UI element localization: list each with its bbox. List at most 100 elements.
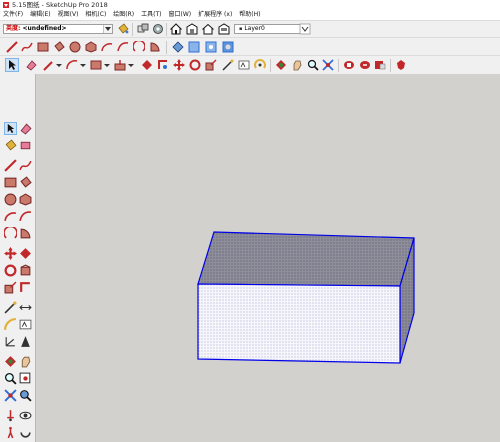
chevron-down-icon[interactable]	[104, 60, 110, 72]
eraser-tool-icon[interactable]	[25, 59, 37, 71]
tape-measure-icon[interactable]	[4, 301, 17, 314]
zoom-extents-icon[interactable]	[4, 389, 17, 402]
freehand-tool-icon[interactable]	[19, 159, 32, 172]
rotate-tool-icon[interactable]	[4, 264, 17, 277]
line-tool-icon[interactable]	[4, 159, 17, 172]
pencil-line-icon[interactable]	[43, 59, 55, 71]
orbit-icon[interactable]	[275, 59, 287, 71]
section-plane-icon[interactable]	[19, 426, 32, 439]
move-tool-icon[interactable]	[173, 59, 185, 71]
zoom-window-icon[interactable]	[322, 59, 334, 71]
rotated-rectangle-icon[interactable]	[19, 176, 32, 189]
text-tool-icon[interactable]	[19, 318, 32, 331]
protractor-icon[interactable]	[4, 318, 17, 331]
rotated-rectangle-icon[interactable]	[53, 41, 65, 53]
zoom-magnifier-icon[interactable]	[4, 372, 17, 385]
two-point-arc-icon[interactable]	[117, 41, 129, 53]
menu-camera[interactable]: 相机(C)	[82, 10, 110, 20]
tape-measure-icon[interactable]	[222, 59, 234, 71]
3d-text-icon[interactable]	[19, 335, 32, 348]
push-pull-icon[interactable]	[114, 59, 126, 71]
menu-extensions[interactable]: 扩展程序 (x)	[195, 10, 236, 20]
three-point-arc-icon[interactable]	[3, 225, 18, 240]
zoom-tool-icon[interactable]	[205, 41, 217, 53]
polygon-tool-icon[interactable]	[19, 193, 32, 206]
3d-viewport[interactable]	[36, 74, 500, 442]
eraser-alt-icon[interactable]	[19, 139, 32, 152]
window-title: 5.15图纸 - SketchUp Pro 2018	[12, 1, 108, 9]
three-point-arc-icon[interactable]	[133, 41, 145, 53]
orbit-icon[interactable]	[4, 355, 17, 368]
material-dropdown[interactable]: 英度: <undefined>	[3, 24, 113, 34]
zoom-window-icon[interactable]	[19, 372, 32, 385]
pie-tool-icon[interactable]	[149, 41, 161, 53]
scale-tool-icon[interactable]	[205, 59, 217, 71]
pie-tool-icon[interactable]	[19, 227, 32, 240]
chevron-down-icon[interactable]	[56, 60, 62, 72]
circle-tool-icon[interactable]	[4, 193, 17, 206]
freehand-tool-icon[interactable]	[21, 41, 33, 53]
menu-edit[interactable]: 编辑(E)	[27, 10, 54, 20]
rotate-tool-icon[interactable]	[189, 59, 201, 71]
orbit-tool-icon[interactable]	[172, 41, 184, 53]
select-arrow-icon[interactable]	[5, 58, 19, 72]
offset-tool-icon[interactable]	[157, 59, 169, 71]
menu-file[interactable]: 文件(F)	[0, 10, 27, 20]
back-view-icon[interactable]	[218, 23, 230, 35]
share-model-icon[interactable]	[359, 59, 371, 71]
chevron-down-icon[interactable]	[128, 60, 134, 72]
menu-window[interactable]: 窗口(W)	[166, 10, 196, 20]
components-icon[interactable]	[137, 23, 149, 35]
zoom-extents-icon[interactable]	[222, 41, 234, 53]
front-view-icon[interactable]	[186, 23, 198, 35]
follow-me-icon[interactable]	[19, 264, 32, 277]
push-pull-icon[interactable]	[19, 247, 32, 260]
layer-manager-icon[interactable]	[299, 23, 311, 35]
position-camera-icon[interactable]	[4, 409, 17, 422]
material-label: 英度:	[6, 25, 21, 32]
extension-warehouse-icon[interactable]	[374, 59, 386, 71]
rectangle-tool-icon[interactable]	[37, 41, 49, 53]
menu-draw[interactable]: 绘图(R)	[110, 10, 138, 20]
eraser-tool-icon[interactable]	[19, 122, 32, 135]
select-arrow-icon[interactable]	[4, 122, 17, 135]
box-model[interactable]	[36, 74, 500, 442]
rectangle-tool-icon[interactable]	[4, 176, 17, 189]
chevron-down-icon[interactable]	[80, 60, 86, 72]
gear-settings-icon[interactable]	[152, 23, 164, 35]
shape-dropdown-icon[interactable]	[90, 59, 102, 71]
ruby-console-icon[interactable]	[395, 59, 407, 71]
offset-tool-icon[interactable]	[19, 281, 32, 294]
scale-tool-icon[interactable]	[4, 281, 17, 294]
pan-hand-icon[interactable]	[19, 355, 32, 368]
chevron-down-icon[interactable]	[103, 25, 112, 33]
arc-tool-icon[interactable]	[4, 210, 17, 223]
follow-me-icon[interactable]	[141, 59, 153, 71]
polygon-tool-icon[interactable]	[85, 41, 97, 53]
text-tool-icon[interactable]	[238, 59, 250, 71]
arc-tool-icon[interactable]	[101, 41, 113, 53]
menu-tools[interactable]: 工具(T)	[138, 10, 165, 20]
menu-view[interactable]: 视图(V)	[55, 10, 83, 20]
two-point-arc-icon[interactable]	[19, 210, 32, 223]
dimension-tool-icon[interactable]	[254, 59, 266, 71]
zoom-magnifier-icon[interactable]	[307, 59, 319, 71]
menu-help[interactable]: 帮助(H)	[236, 10, 264, 20]
separator	[132, 23, 133, 36]
pan-hand-icon[interactable]	[291, 59, 303, 71]
home-icon[interactable]	[202, 23, 214, 35]
paint-bucket-icon[interactable]	[4, 139, 17, 152]
circle-tool-icon[interactable]	[69, 41, 81, 53]
dimension-tool-icon[interactable]	[19, 301, 32, 314]
look-around-icon[interactable]	[19, 409, 32, 422]
house-view-icon[interactable]	[170, 23, 182, 35]
previous-view-icon[interactable]	[19, 389, 32, 402]
pan-tool-icon[interactable]	[188, 41, 200, 53]
paint-bucket-icon[interactable]	[117, 23, 129, 35]
axes-tool-icon[interactable]	[4, 335, 17, 348]
walk-tool-icon[interactable]	[4, 426, 17, 439]
move-tool-icon[interactable]	[4, 247, 17, 260]
line-tool-icon[interactable]	[6, 41, 18, 53]
arc-dropdown-icon[interactable]	[66, 59, 78, 71]
warehouse-icon[interactable]	[343, 59, 355, 71]
